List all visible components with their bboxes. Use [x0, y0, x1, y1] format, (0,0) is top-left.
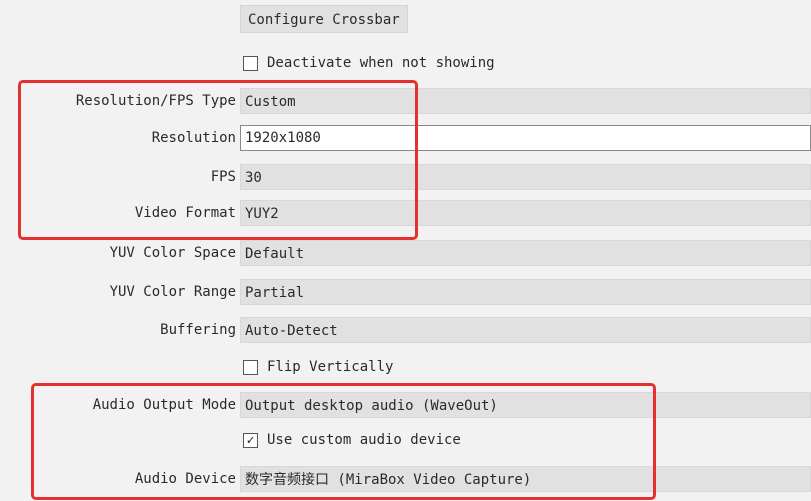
yuv-color-range-row: YUV Color Range Partial	[0, 276, 811, 308]
yuv-color-space-dropdown[interactable]: Default	[240, 240, 811, 266]
use-custom-audio-checkbox[interactable]: ✓ Use custom audio device	[243, 424, 461, 456]
fps-dropdown[interactable]: 30	[240, 164, 811, 190]
resolution-input[interactable]: 1920x1080	[240, 125, 811, 151]
use-custom-audio-label: Use custom audio device	[267, 432, 461, 448]
audio-device-row: Audio Device 数字音频接口 (MiraBox Video Captu…	[0, 463, 811, 495]
yuv-color-space-label: YUV Color Space	[109, 245, 236, 261]
deactivate-checkbox[interactable]: Deactivate when not showing	[243, 47, 495, 79]
audio-output-mode-dropdown[interactable]: Output desktop audio (WaveOut)	[240, 392, 811, 418]
fps-row: FPS 30	[0, 161, 811, 193]
resolution-fps-type-dropdown[interactable]: Custom	[240, 88, 811, 114]
buffering-label: Buffering	[160, 322, 236, 338]
resolution-label: Resolution	[151, 130, 236, 146]
resolution-fps-type-label: Resolution/FPS Type	[75, 93, 236, 109]
resolution-row: Resolution 1920x1080	[0, 122, 811, 154]
checkbox-icon[interactable]	[243, 55, 258, 71]
yuv-color-range-dropdown[interactable]: Partial	[240, 279, 811, 305]
audio-device-label: Audio Device	[134, 471, 236, 487]
checkbox-icon[interactable]	[243, 359, 258, 375]
resolution-fps-type-row: Resolution/FPS Type Custom	[0, 85, 811, 117]
deactivate-label: Deactivate when not showing	[267, 55, 495, 71]
configure-crossbar-row: Configure Crossbar	[0, 0, 811, 33]
video-format-dropdown[interactable]: YUY2	[240, 200, 811, 226]
configure-crossbar-button[interactable]: Configure Crossbar	[240, 5, 408, 33]
flip-vertically-label: Flip Vertically	[267, 359, 394, 375]
flip-vertically-row: Flip Vertically	[0, 351, 811, 383]
yuv-color-space-row: YUV Color Space Default	[0, 237, 811, 269]
fps-label: FPS	[210, 169, 236, 185]
audio-device-dropdown[interactable]: 数字音频接口 (MiraBox Video Capture)	[240, 466, 811, 492]
yuv-color-range-label: YUV Color Range	[109, 284, 236, 300]
flip-vertically-checkbox[interactable]: Flip Vertically	[243, 351, 393, 383]
buffering-dropdown[interactable]: Auto-Detect	[240, 317, 811, 343]
video-format-label: Video Format	[134, 205, 236, 221]
deactivate-row: Deactivate when not showing	[0, 47, 811, 79]
buffering-row: Buffering Auto-Detect	[0, 314, 811, 346]
use-custom-audio-row: ✓ Use custom audio device	[0, 424, 811, 456]
audio-output-mode-row: Audio Output Mode Output desktop audio (…	[0, 389, 811, 421]
video-format-row: Video Format YUY2	[0, 197, 811, 229]
checkmark-icon[interactable]: ✓	[243, 432, 258, 448]
audio-output-mode-label: Audio Output Mode	[92, 397, 236, 413]
